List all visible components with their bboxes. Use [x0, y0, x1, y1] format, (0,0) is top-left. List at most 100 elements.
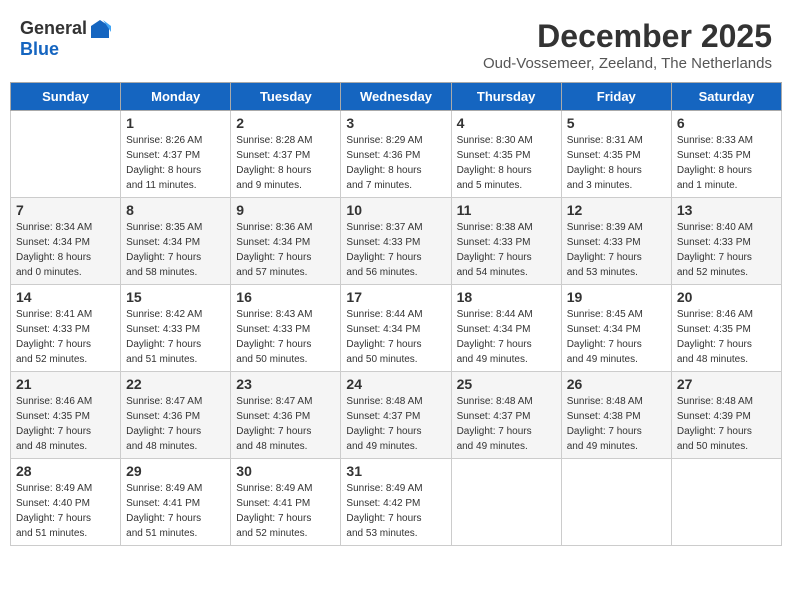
page-title: December 2025: [483, 18, 772, 55]
day-info: Sunrise: 8:48 AMSunset: 4:37 PMDaylight:…: [457, 394, 556, 454]
calendar-table: SundayMondayTuesdayWednesdayThursdayFrid…: [10, 82, 782, 546]
calendar-cell: 1 Sunrise: 8:26 AMSunset: 4:37 PMDaylight…: [121, 111, 231, 198]
calendar-cell: 22 Sunrise: 8:47 AMSunset: 4:36 PMDayligh…: [121, 372, 231, 459]
day-info: Sunrise: 8:28 AMSunset: 4:37 PMDaylight:…: [236, 133, 335, 193]
calendar-cell: 5Sunrise: 8:31 AMSunset: 4:35 PMDaylight…: [561, 111, 671, 198]
calendar-cell: 31 Sunrise: 8:49 AMSunset: 4:42 PMDayligh…: [341, 459, 451, 546]
calendar-cell: [451, 459, 561, 546]
calendar-cell: 18 Sunrise: 8:44 AMSunset: 4:34 PMDayligh…: [451, 285, 561, 372]
day-info: Sunrise: 8:45 AMSunset: 4:34 PMDaylight:…: [567, 307, 666, 367]
calendar-weekday-sunday: Sunday: [11, 83, 121, 111]
calendar-cell: 14 Sunrise: 8:41 AMSunset: 4:33 PMDayligh…: [11, 285, 121, 372]
day-number: 3: [346, 115, 445, 131]
page-subtitle: Oud-Vossemeer, Zeeland, The Netherlands: [483, 55, 772, 72]
day-info: Sunrise: 8:40 AMSunset: 4:33 PMDaylight:…: [677, 220, 776, 280]
day-info: Sunrise: 8:36 AMSunset: 4:34 PMDaylight:…: [236, 220, 335, 280]
day-number: 14: [16, 289, 115, 305]
calendar-cell: 28 Sunrise: 8:49 AMSunset: 4:40 PMDayligh…: [11, 459, 121, 546]
calendar-cell: 2 Sunrise: 8:28 AMSunset: 4:37 PMDaylight…: [231, 111, 341, 198]
day-info: Sunrise: 8:26 AMSunset: 4:37 PMDaylight:…: [126, 133, 225, 193]
title-block: December 2025 Oud-Vossemeer, Zeeland, Th…: [483, 18, 772, 72]
day-info: Sunrise: 8:34 AMSunset: 4:34 PMDaylight:…: [16, 220, 115, 280]
calendar-week-row: 28 Sunrise: 8:49 AMSunset: 4:40 PMDayligh…: [11, 459, 782, 546]
day-number: 29: [126, 463, 225, 479]
day-number: 12: [567, 202, 666, 218]
day-number: 1: [126, 115, 225, 131]
day-number: 13: [677, 202, 776, 218]
calendar-cell: 16 Sunrise: 8:43 AMSunset: 4:33 PMDayligh…: [231, 285, 341, 372]
day-number: 21: [16, 376, 115, 392]
day-info: Sunrise: 8:49 AMSunset: 4:42 PMDaylight:…: [346, 481, 445, 541]
calendar-cell: 3 Sunrise: 8:29 AMSunset: 4:36 PMDaylight…: [341, 111, 451, 198]
calendar-cell: [11, 111, 121, 198]
day-number: 28: [16, 463, 115, 479]
calendar-weekday-tuesday: Tuesday: [231, 83, 341, 111]
day-info: Sunrise: 8:49 AMSunset: 4:41 PMDaylight:…: [236, 481, 335, 541]
day-number: 6: [677, 115, 776, 131]
calendar-weekday-saturday: Saturday: [671, 83, 781, 111]
calendar-cell: 12 Sunrise: 8:39 AMSunset: 4:33 PMDayligh…: [561, 198, 671, 285]
day-info: Sunrise: 8:47 AMSunset: 4:36 PMDaylight:…: [126, 394, 225, 454]
day-info: Sunrise: 8:48 AMSunset: 4:38 PMDaylight:…: [567, 394, 666, 454]
day-number: 2: [236, 115, 335, 131]
calendar-weekday-wednesday: Wednesday: [341, 83, 451, 111]
calendar-cell: 15Sunrise: 8:42 AMSunset: 4:33 PMDayligh…: [121, 285, 231, 372]
day-info: Sunrise: 8:48 AMSunset: 4:37 PMDaylight:…: [346, 394, 445, 454]
logo-general: General: [20, 19, 87, 39]
day-number: 19: [567, 289, 666, 305]
day-info: Sunrise: 8:35 AMSunset: 4:34 PMDaylight:…: [126, 220, 225, 280]
calendar-weekday-monday: Monday: [121, 83, 231, 111]
calendar-cell: 29 Sunrise: 8:49 AMSunset: 4:41 PMDayligh…: [121, 459, 231, 546]
day-number: 24: [346, 376, 445, 392]
day-number: 4: [457, 115, 556, 131]
logo-icon: [89, 18, 111, 40]
day-number: 23: [236, 376, 335, 392]
day-number: 20: [677, 289, 776, 305]
day-info: Sunrise: 8:42 AMSunset: 4:33 PMDaylight:…: [126, 307, 225, 367]
page-header: General Blue December 2025 Oud-Vossemeer…: [10, 10, 782, 76]
calendar-weekday-thursday: Thursday: [451, 83, 561, 111]
day-number: 22: [126, 376, 225, 392]
day-number: 27: [677, 376, 776, 392]
day-info: Sunrise: 8:49 AMSunset: 4:41 PMDaylight:…: [126, 481, 225, 541]
calendar-cell: 9Sunrise: 8:36 AMSunset: 4:34 PMDaylight…: [231, 198, 341, 285]
day-number: 17: [346, 289, 445, 305]
calendar-cell: 26 Sunrise: 8:48 AMSunset: 4:38 PMDayligh…: [561, 372, 671, 459]
calendar-cell: 13 Sunrise: 8:40 AMSunset: 4:33 PMDayligh…: [671, 198, 781, 285]
calendar-cell: 23 Sunrise: 8:47 AMSunset: 4:36 PMDayligh…: [231, 372, 341, 459]
calendar-cell: 21Sunrise: 8:46 AMSunset: 4:35 PMDayligh…: [11, 372, 121, 459]
day-info: Sunrise: 8:44 AMSunset: 4:34 PMDaylight:…: [457, 307, 556, 367]
calendar-weekday-friday: Friday: [561, 83, 671, 111]
calendar-cell: 10Sunrise: 8:37 AMSunset: 4:33 PMDayligh…: [341, 198, 451, 285]
calendar-week-row: 14 Sunrise: 8:41 AMSunset: 4:33 PMDayligh…: [11, 285, 782, 372]
calendar-cell: 19 Sunrise: 8:45 AMSunset: 4:34 PMDayligh…: [561, 285, 671, 372]
day-info: Sunrise: 8:38 AMSunset: 4:33 PMDaylight:…: [457, 220, 556, 280]
day-info: Sunrise: 8:29 AMSunset: 4:36 PMDaylight:…: [346, 133, 445, 193]
calendar-cell: [671, 459, 781, 546]
day-number: 18: [457, 289, 556, 305]
calendar-week-row: 21Sunrise: 8:46 AMSunset: 4:35 PMDayligh…: [11, 372, 782, 459]
calendar-cell: 4Sunrise: 8:30 AMSunset: 4:35 PMDaylight…: [451, 111, 561, 198]
day-info: Sunrise: 8:44 AMSunset: 4:34 PMDaylight:…: [346, 307, 445, 367]
calendar-cell: 6Sunrise: 8:33 AMSunset: 4:35 PMDaylight…: [671, 111, 781, 198]
day-info: Sunrise: 8:48 AMSunset: 4:39 PMDaylight:…: [677, 394, 776, 454]
day-number: 7: [16, 202, 115, 218]
day-info: Sunrise: 8:39 AMSunset: 4:33 PMDaylight:…: [567, 220, 666, 280]
day-info: Sunrise: 8:47 AMSunset: 4:36 PMDaylight:…: [236, 394, 335, 454]
day-number: 25: [457, 376, 556, 392]
day-info: Sunrise: 8:43 AMSunset: 4:33 PMDaylight:…: [236, 307, 335, 367]
calendar-cell: 27 Sunrise: 8:48 AMSunset: 4:39 PMDayligh…: [671, 372, 781, 459]
day-info: Sunrise: 8:31 AMSunset: 4:35 PMDaylight:…: [567, 133, 666, 193]
calendar-cell: 25 Sunrise: 8:48 AMSunset: 4:37 PMDayligh…: [451, 372, 561, 459]
day-number: 26: [567, 376, 666, 392]
day-info: Sunrise: 8:37 AMSunset: 4:33 PMDaylight:…: [346, 220, 445, 280]
day-info: Sunrise: 8:46 AMSunset: 4:35 PMDaylight:…: [677, 307, 776, 367]
calendar-cell: [561, 459, 671, 546]
day-number: 16: [236, 289, 335, 305]
day-info: Sunrise: 8:41 AMSunset: 4:33 PMDaylight:…: [16, 307, 115, 367]
calendar-header-row: SundayMondayTuesdayWednesdayThursdayFrid…: [11, 83, 782, 111]
day-number: 31: [346, 463, 445, 479]
calendar-week-row: 7 Sunrise: 8:34 AMSunset: 4:34 PMDaylight…: [11, 198, 782, 285]
calendar-cell: 17 Sunrise: 8:44 AMSunset: 4:34 PMDayligh…: [341, 285, 451, 372]
day-info: Sunrise: 8:49 AMSunset: 4:40 PMDaylight:…: [16, 481, 115, 541]
